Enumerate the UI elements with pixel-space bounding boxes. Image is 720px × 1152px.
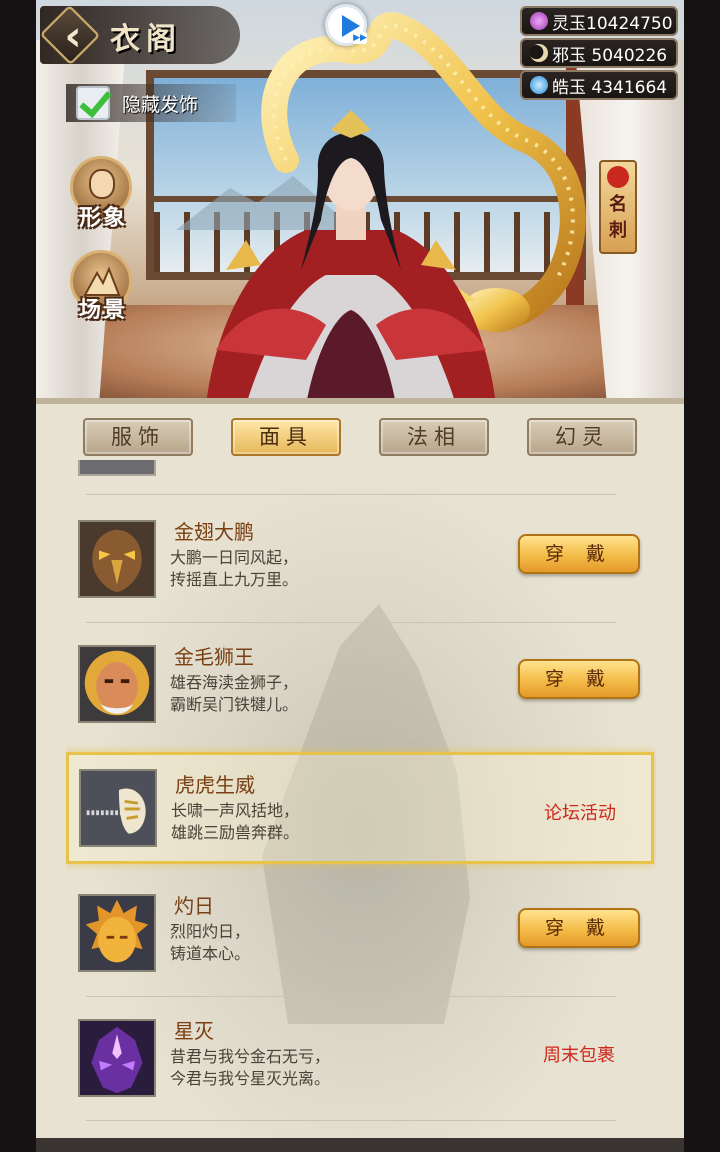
portrait-label: 形象 bbox=[78, 205, 127, 231]
list-divider bbox=[86, 1120, 616, 1121]
item-name: 金翅大鹏 bbox=[174, 520, 254, 544]
list-divider bbox=[86, 996, 616, 997]
namecard-label: 名刺 bbox=[609, 194, 627, 241]
star-mask-icon bbox=[78, 1019, 156, 1097]
item-name: 金毛狮王 bbox=[174, 645, 254, 669]
item-description-line2: 霸断吴门铁犍儿。 bbox=[170, 695, 299, 714]
item-description-line2: 铸道本心。 bbox=[170, 944, 251, 963]
list-item[interactable]: 金毛狮王 雄吞海渎金狮子， 霸断吴门铁犍儿。 穿 戴 bbox=[66, 639, 654, 751]
tab-spirit[interactable]: 幻灵 bbox=[527, 418, 637, 456]
list-divider bbox=[86, 494, 616, 495]
item-description-line1: 大鹏一日同风起， bbox=[170, 548, 299, 567]
lingyu-gem-icon bbox=[530, 12, 548, 30]
bottom-frame bbox=[36, 1138, 684, 1152]
lion-mask-icon bbox=[78, 645, 156, 723]
tab-mask[interactable]: 面具 bbox=[231, 418, 341, 456]
scene-label: 场景 bbox=[78, 297, 127, 323]
item-name: 虎虎生威 bbox=[175, 773, 255, 797]
portrait-icon bbox=[89, 169, 115, 199]
wear-button[interactable]: 穿 戴 bbox=[518, 659, 640, 699]
currency-lingyu-text: 灵玉10424750 bbox=[552, 13, 673, 34]
list-item-selected[interactable]: 虎虎生威 长啸一声风括地， 雄跳三励兽奔群。 论坛活动 bbox=[66, 752, 654, 864]
hide-accessory-label: 隐藏发饰 bbox=[122, 93, 199, 116]
item-description-line2: 今君与我兮星灭光离。 bbox=[170, 1069, 331, 1088]
sun-mask-icon bbox=[78, 894, 156, 972]
mask-list[interactable]: 金翅大鹏 大鹏一日同风起， 抟摇直上九万里。 穿 戴 金毛狮王 雄吞海渎金狮子，… bbox=[66, 460, 656, 1132]
page-title: 衣阁 bbox=[110, 22, 182, 57]
seal-icon bbox=[607, 166, 629, 188]
list-divider bbox=[86, 622, 616, 623]
currency-haoyu-text: 皓玉 4341664 bbox=[552, 77, 668, 98]
item-description-line2: 雄跳三励兽奔群。 bbox=[171, 823, 300, 842]
list-item[interactable]: 灼日 烈阳灼日， 铸道本心。 穿 戴 bbox=[66, 888, 654, 1000]
hide-accessory-toggle[interactable]: 隐藏发饰 bbox=[66, 84, 236, 122]
item-description-line1: 昔君与我兮金石无亏， bbox=[170, 1047, 331, 1066]
source-label: 论坛活动 bbox=[544, 803, 616, 824]
hide-accessory-checkbox[interactable] bbox=[76, 86, 110, 120]
item-description-line2: 抟摇直上九万里。 bbox=[170, 570, 299, 589]
previous-item-thumbnail bbox=[78, 460, 156, 476]
right-frame bbox=[684, 0, 720, 1152]
fast-forward-icon: ▶▶ bbox=[353, 32, 367, 44]
tiger-mask-icon bbox=[79, 769, 157, 847]
currency-haoyu: 皓玉 4341664 bbox=[520, 70, 678, 100]
eagle-mask-icon bbox=[78, 520, 156, 598]
haoyu-gem-icon bbox=[530, 76, 548, 94]
item-name: 星灭 bbox=[174, 1019, 214, 1043]
item-description-line1: 雄吞海渎金狮子， bbox=[170, 673, 299, 692]
list-item[interactable]: 金翅大鹏 大鹏一日同风起， 抟摇直上九万里。 穿 戴 bbox=[66, 514, 654, 626]
wear-button[interactable]: 穿 戴 bbox=[518, 908, 640, 948]
list-item[interactable]: 星灭 昔君与我兮金石无亏， 今君与我兮星灭光离。 周末包裹 bbox=[66, 1013, 654, 1125]
item-name: 灼日 bbox=[174, 894, 214, 918]
xieyu-moon-icon bbox=[530, 44, 548, 62]
currency-lingyu: 灵玉10424750 bbox=[520, 6, 678, 36]
tab-dharma[interactable]: 法相 bbox=[379, 418, 489, 456]
source-label: 周末包裹 bbox=[543, 1045, 615, 1066]
tab-clothing[interactable]: 服饰 bbox=[83, 418, 193, 456]
currency-xieyu-text: 邪玉 5040226 bbox=[552, 45, 668, 66]
item-description-line1: 烈阳灼日， bbox=[170, 922, 251, 941]
currency-xieyu: 邪玉 5040226 bbox=[520, 38, 678, 68]
namecard-button[interactable]: 名刺 bbox=[599, 160, 637, 254]
left-frame bbox=[0, 0, 36, 1152]
character-model-image bbox=[206, 110, 496, 405]
item-description-line1: 长啸一声风括地， bbox=[171, 801, 300, 820]
wear-button[interactable]: 穿 戴 bbox=[518, 534, 640, 574]
